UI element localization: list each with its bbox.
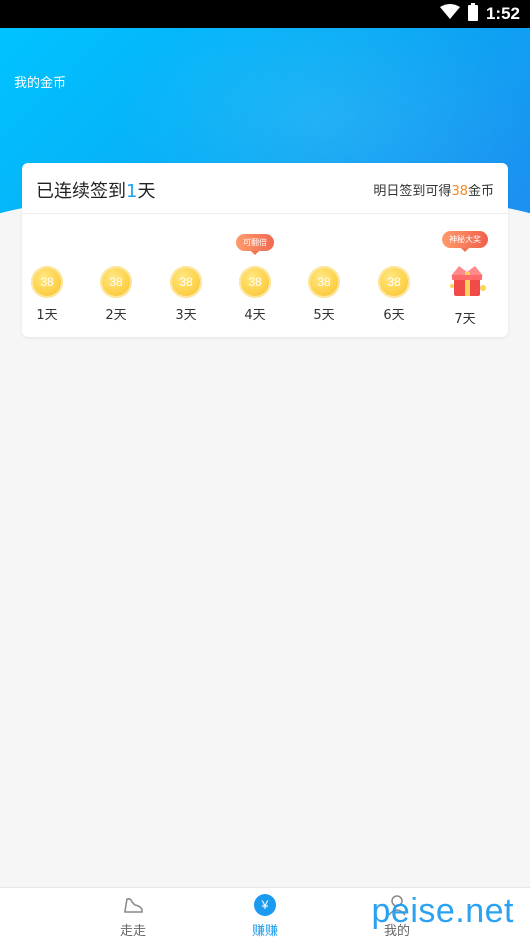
- mystery-prize-badge: 神秘大奖: [442, 231, 488, 252]
- checkin-day-5[interactable]: 38 5天: [294, 214, 354, 337]
- double-badge: 可翻倍: [236, 234, 274, 255]
- tomorrow-reward-text: 明日签到可得38金币: [373, 180, 494, 199]
- nav-label: 走走: [119, 924, 146, 939]
- checkin-day-6[interactable]: 38 6天: [364, 214, 424, 337]
- wifi-icon: [439, 4, 460, 24]
- coin-value: 38: [179, 275, 193, 289]
- checkin-day-2[interactable]: 38 2天: [86, 214, 146, 337]
- day-label: 3天: [175, 308, 197, 323]
- tomorrow-suffix: 金币: [467, 184, 494, 199]
- nav-item-earn[interactable]: ¥ 赚赚: [220, 888, 310, 943]
- status-time: 1:52: [485, 4, 520, 23]
- day-label: 7天: [454, 312, 476, 327]
- day-label: 5天: [313, 308, 335, 323]
- checkin-days: 38 1天 38 2天 38 3天 可翻倍 38 4天 38 5天 38 6天 …: [22, 214, 508, 337]
- page-title: 我的金币: [14, 76, 67, 91]
- watermark: peise.net: [371, 892, 514, 930]
- checkin-card: 已连续签到1天 明日签到可得38金币 38 1天 38 2天 38 3天 可翻倍…: [22, 163, 508, 337]
- streak-prefix: 已连续签到: [36, 181, 126, 202]
- tomorrow-prefix: 明日签到可得: [373, 184, 452, 199]
- gold-coin-icon: 38: [31, 266, 63, 298]
- day-label: 6天: [383, 308, 405, 323]
- coin-value: 38: [387, 275, 401, 289]
- coin-value: 38: [248, 275, 262, 289]
- day-label: 4天: [244, 308, 266, 323]
- coin-value: 38: [109, 275, 123, 289]
- checkin-day-4[interactable]: 可翻倍 38 4天: [225, 214, 285, 337]
- checkin-day-7[interactable]: 神秘大奖 7天: [435, 214, 495, 337]
- streak-suffix: 天: [137, 181, 156, 202]
- coin-value: 38: [317, 275, 331, 289]
- gold-coin-icon: 38: [170, 266, 202, 298]
- streak-text: 已连续签到1天: [36, 177, 155, 203]
- status-bar: 1:52: [0, 0, 530, 28]
- yen-coin-icon: ¥: [254, 894, 276, 916]
- status-icons: 1:52: [439, 3, 520, 25]
- checkin-day-3[interactable]: 38 3天: [156, 214, 216, 337]
- gold-coin-icon: 38: [100, 266, 132, 298]
- day-label: 2天: [105, 308, 127, 323]
- gold-coin-icon: 38: [378, 266, 410, 298]
- coin-value: 38: [40, 275, 54, 289]
- battery-icon: [467, 3, 478, 25]
- tomorrow-coins: 38: [451, 184, 468, 199]
- shoe-icon: [122, 894, 144, 916]
- gold-coin-icon: 38: [308, 266, 340, 298]
- day-label: 1天: [36, 308, 58, 323]
- nav-item-walk[interactable]: 走走: [88, 888, 178, 943]
- gift-box-icon: [447, 262, 487, 298]
- checkin-card-header: 已连续签到1天 明日签到可得38金币: [22, 163, 508, 214]
- streak-days: 1: [126, 181, 138, 202]
- nav-label: 赚赚: [251, 924, 278, 939]
- checkin-day-1[interactable]: 38 1天: [17, 214, 77, 337]
- gold-coin-icon: 38: [239, 266, 271, 298]
